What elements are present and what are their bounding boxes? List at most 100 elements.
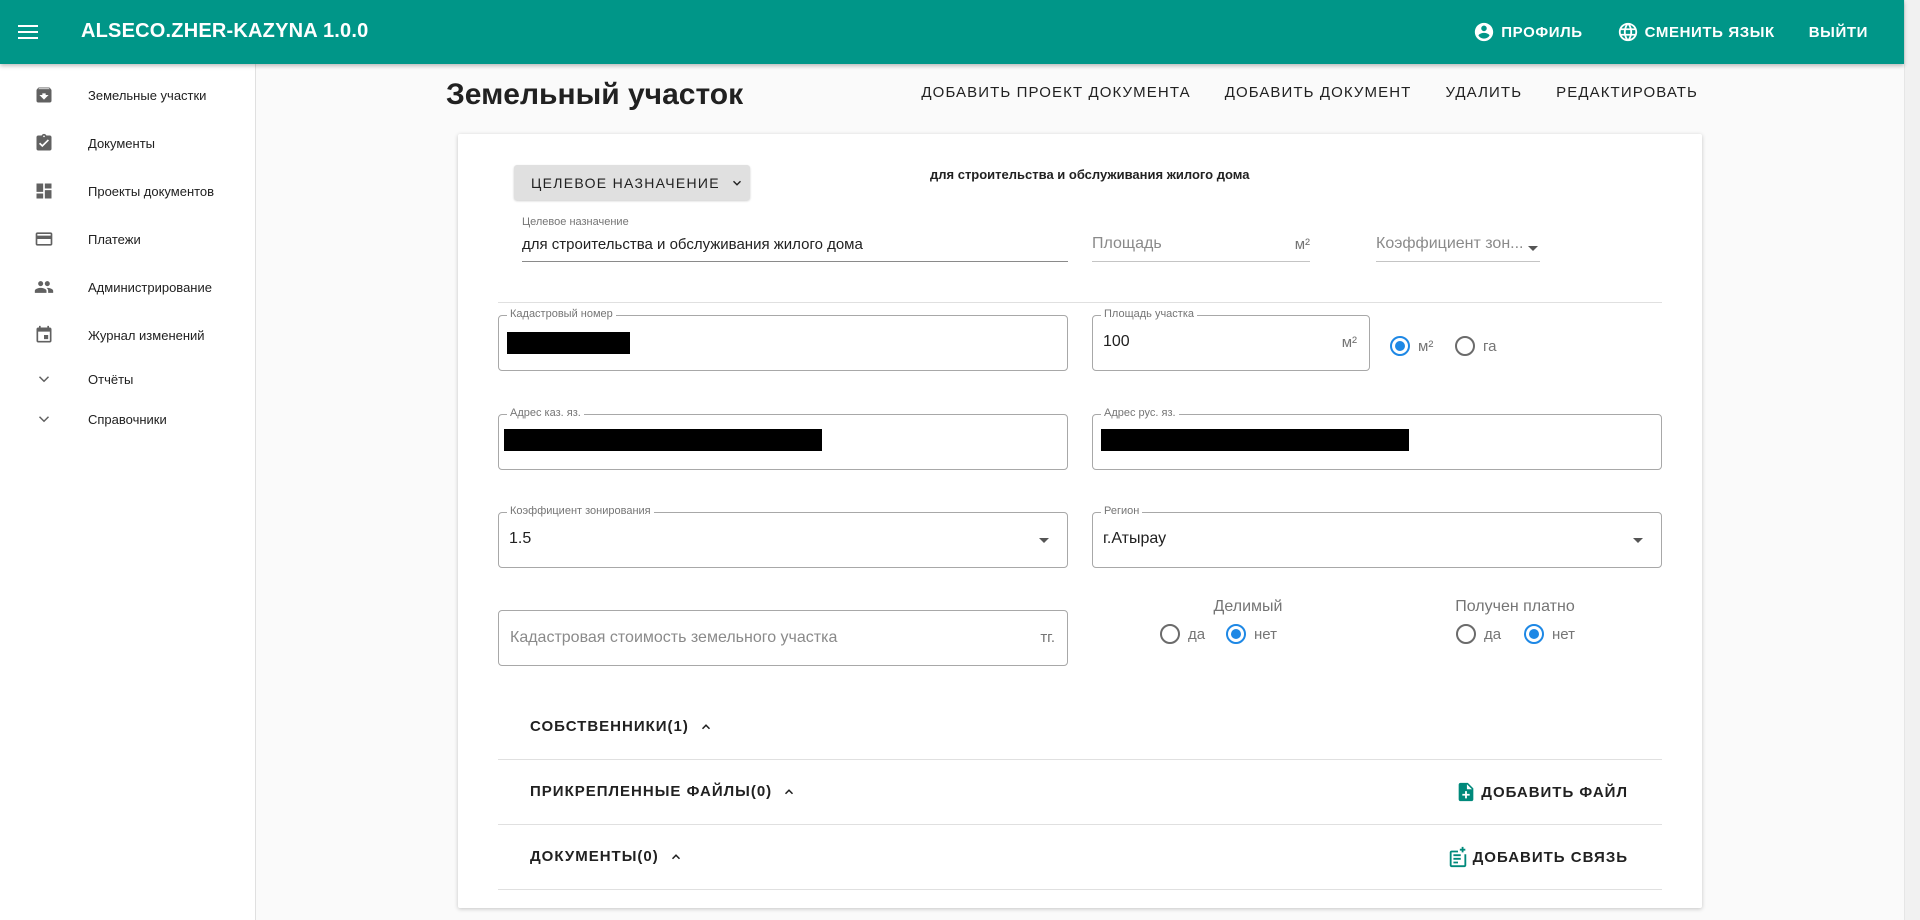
add-document-project-button[interactable]: ДОБАВИТЬ ПРОЕКТ ДОКУМЕНТА [921,84,1190,101]
owners-section-title: СОБСТВЕННИКИ(1) [530,718,689,735]
radio-unchecked-icon [1455,336,1475,356]
purpose-field-value: для строительства и обслуживания жилого … [522,236,863,253]
change-language-button[interactable]: СМЕНИТЬ ЯЗЫК [1617,21,1775,43]
edit-button[interactable]: РЕДАКТИРОВАТЬ [1556,84,1698,101]
dropdown-arrow-icon [1633,538,1643,543]
radio-unchecked-icon [1456,624,1476,644]
add-document-button[interactable]: ДОБАВИТЬ ДОКУМЕНТ [1225,84,1412,101]
calendar-icon [33,324,55,346]
app-bar: ALSECO.ZHER-KAZYNA 1.0.0 ПРОФИЛЬ СМЕНИТЬ… [0,0,1904,64]
sidebar-item-document-projects[interactable]: Проекты документов [0,171,255,211]
people-icon [33,276,55,298]
redacted-value [504,429,822,451]
documents-section: ДОКУМЕНТЫ(0) ДОБАВИТЬ СВЯЗЬ [498,826,1662,890]
purpose-field[interactable]: Целевое назначение для строительства и о… [522,216,1068,262]
paid-radio-yes[interactable]: да [1456,624,1501,644]
sidebar-item-label: Платежи [88,231,141,247]
sidebar-item-payments[interactable]: Платежи [0,219,255,259]
sidebar-item-references[interactable]: Справочники [0,399,255,439]
address-ru-field[interactable]: Адрес рус. яз. [1092,407,1662,470]
app-title: ALSECO.ZHER-KAZYNA 1.0.0 [81,20,369,42]
files-section-title: ПРИКРЕПЛЕННЫЕ ФАЙЛЫ(0) [530,783,773,800]
chevron-up-icon [671,853,680,859]
zoning-coefficient-value: 1.5 [509,530,532,547]
divisible-radio-yes[interactable]: да [1160,624,1205,644]
add-file-button[interactable]: ДОБАВИТЬ ФАЙЛ [1455,781,1628,803]
playlist-add-icon [1449,846,1466,868]
region-label: Регион [1101,505,1143,517]
logout-button[interactable]: ВЫЙТИ [1809,24,1868,41]
radio-unchecked-icon [1160,624,1180,644]
redacted-value [507,332,630,354]
add-file-label: ДОБАВИТЬ ФАЙЛ [1481,783,1628,801]
sidebar-item-reports[interactable]: Отчёты [0,359,255,399]
page-actions: ДОБАВИТЬ ПРОЕКТ ДОКУМЕНТА ДОБАВИТЬ ДОКУМ… [921,84,1698,101]
cadastral-cost-placeholder: Кадастровая стоимость земельного участка [510,629,838,646]
add-link-label: ДОБАВИТЬ СВЯЗЬ [1472,848,1628,866]
menu-icon[interactable] [14,16,42,48]
profile-label: ПРОФИЛЬ [1501,23,1583,41]
cadastral-cost-suffix: тг. [1040,629,1055,646]
cadastral-number-field[interactable]: Кадастровый номер [498,308,1068,371]
paid-label: Получен платно [1455,598,1575,615]
owners-section: СОБСТВЕННИКИ(1) [498,696,1662,760]
radio-label: нет [1552,625,1575,643]
delete-button[interactable]: УДАЛИТЬ [1445,84,1522,101]
area-field-suffix: м² [1294,236,1310,253]
plot-area-field[interactable]: Площадь участка 100 м² [1092,308,1370,371]
profile-button[interactable]: ПРОФИЛЬ [1473,21,1582,43]
unit-radio-ha[interactable]: га [1455,336,1496,356]
divider [498,302,1662,303]
logout-label: ВЫЙТИ [1808,23,1868,41]
files-section: ПРИКРЕПЛЕННЫЕ ФАЙЛЫ(0) ДОБАВИТЬ ФАЙЛ [498,761,1662,825]
address-kz-field[interactable]: Адрес каз. яз. [498,407,1068,470]
unit-radio-m2[interactable]: м² [1390,336,1433,356]
zone-coefficient-placeholder: Коэффициент зон... [1376,235,1522,252]
paid-radio-no[interactable]: нет [1524,624,1575,644]
region-select[interactable]: Регион г.Атырау [1092,505,1662,568]
land-plot-card: ЦЕЛЕВОЕ НАЗНАЧЕНИЕ для строительства и о… [458,134,1702,908]
add-link-button[interactable]: ДОБАВИТЬ СВЯЗЬ [1447,846,1628,868]
radio-label: да [1188,625,1206,643]
purpose-dropdown-button[interactable]: ЦЕЛЕВОЕ НАЗНАЧЕНИЕ [514,165,750,200]
radio-checked-icon [1226,624,1246,644]
zoning-coefficient-select[interactable]: Коэффициент зонирования 1.5 [498,505,1068,568]
account-circle-icon [1475,22,1494,42]
sidebar-item-label: Проекты документов [88,183,215,199]
purpose-field-label: Целевое назначение [522,216,629,228]
sidebar-item-label: Документы [88,135,156,151]
documents-section-toggle[interactable]: ДОКУМЕНТЫ(0) [530,848,683,865]
sidebar-item-change-log[interactable]: Журнал изменений [0,315,255,355]
zoning-coefficient-label: Коэффициент зонирования [507,505,654,517]
clipboard-check-icon [33,132,55,154]
zone-coefficient-select[interactable]: Коэффициент зон... [1376,216,1540,262]
dropdown-arrow-icon [1039,538,1049,543]
sidebar-item-label: Справочники [88,411,167,427]
file-add-icon [1458,782,1474,802]
radio-checked-icon [1524,624,1544,644]
region-value: г.Атырау [1103,530,1167,547]
sidebar-item-land-plots[interactable]: Земельные участки [0,75,255,115]
chevron-down-icon [33,408,55,430]
radio-checked-icon [1390,336,1410,356]
owners-section-toggle[interactable]: СОБСТВЕННИКИ(1) [530,718,713,735]
radio-label: да [1484,625,1502,643]
globe-icon [1618,22,1637,42]
dropdown-arrow-icon [1528,246,1538,251]
sidebar-item-administration[interactable]: Администрирование [0,267,255,307]
purpose-summary: для строительства и обслуживания жилого … [930,167,1250,182]
cadastral-cost-field[interactable]: Кадастровая стоимость земельного участка… [498,610,1068,666]
area-field-placeholder: Площадь [1092,235,1162,252]
area-field[interactable]: Площадь м² [1092,216,1310,262]
chevron-down-icon [732,180,741,186]
documents-section-title: ДОКУМЕНТЫ(0) [530,848,659,865]
address-ru-label: Адрес рус. яз. [1101,407,1179,419]
unit-radio-label: га [1483,337,1497,355]
files-section-toggle[interactable]: ПРИКРЕПЛЕННЫЕ ФАЙЛЫ(0) [530,783,796,800]
scrollbar[interactable] [1904,0,1920,920]
plot-area-suffix: м² [1341,334,1357,351]
chevron-down-icon [33,368,55,390]
divisible-radio-no[interactable]: нет [1226,624,1277,644]
address-kz-label: Адрес каз. яз. [507,407,584,419]
sidebar-item-documents[interactable]: Документы [0,123,255,163]
